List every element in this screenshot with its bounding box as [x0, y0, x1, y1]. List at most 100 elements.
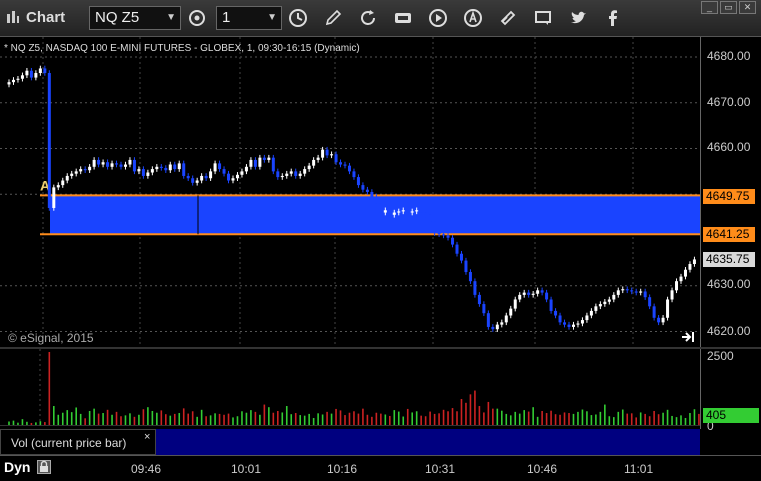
minimize-button[interactable]: _ — [701, 1, 718, 14]
volume-bar — [456, 411, 458, 425]
interval-input[interactable]: 1 ▼ — [216, 6, 282, 30]
candle — [549, 299, 553, 311]
close-icon[interactable]: × — [144, 431, 150, 443]
refresh-icon[interactable] — [358, 8, 378, 28]
get-icon[interactable] — [393, 8, 413, 28]
dynamic-mode-button[interactable]: Dyn — [4, 459, 30, 475]
volume-bar — [129, 413, 131, 425]
volume-bar — [420, 415, 422, 425]
toolbar: Chart NQ Z5 ▼ 1 ▼ _ ▭ ✕ — [0, 0, 761, 37]
candle — [280, 175, 284, 178]
candle — [585, 315, 589, 321]
play-icon[interactable] — [428, 8, 448, 28]
volume-bar — [173, 413, 176, 425]
lock-icon[interactable] — [37, 460, 51, 474]
candle — [500, 322, 504, 325]
candle — [657, 317, 661, 323]
candle — [339, 162, 343, 165]
candle — [598, 304, 602, 307]
candle — [25, 70, 29, 76]
price-chart[interactable]: A — [0, 37, 700, 347]
alert-icon[interactable] — [463, 8, 483, 28]
chart-header: * NQ Z5, NASDAQ 100 E-MINI FUTURES - GLO… — [4, 43, 360, 54]
twitter-icon[interactable] — [568, 8, 588, 28]
symbol-input[interactable]: NQ Z5 ▼ — [89, 6, 181, 30]
volume-bar — [223, 414, 225, 425]
time-axis[interactable]: Dyn 09:46 10:01 10:16 10:31 10:46 11:01 — [0, 455, 761, 481]
candle — [433, 221, 437, 234]
zone-lower-tag: 4641.25 — [703, 227, 755, 242]
candle — [294, 171, 298, 176]
volume-bar — [205, 416, 207, 425]
volume-bar — [312, 417, 315, 425]
volume-bar — [429, 411, 431, 425]
volume-bar — [693, 409, 696, 425]
volume-bar — [57, 414, 60, 425]
volume-bar — [79, 413, 82, 425]
clock-icon[interactable] — [288, 8, 308, 28]
chevron-down-icon[interactable]: ▼ — [267, 7, 277, 29]
restore-button[interactable]: ▭ — [720, 1, 737, 14]
candle — [612, 294, 616, 300]
candle — [249, 159, 253, 167]
candle — [464, 260, 468, 273]
volume-bar — [474, 390, 476, 425]
volume-bar — [375, 412, 378, 425]
candle — [106, 162, 110, 167]
volume-bar — [653, 410, 655, 425]
close-button[interactable]: ✕ — [739, 1, 756, 14]
volume-bar — [227, 413, 230, 425]
candle — [451, 237, 455, 245]
candle — [222, 169, 226, 174]
volume-bar — [527, 411, 530, 425]
volume-bar — [254, 411, 257, 425]
volume-bar — [487, 401, 490, 425]
candle — [518, 294, 522, 300]
volume-bar — [505, 413, 508, 425]
volume-bar — [30, 422, 33, 425]
volume-chart[interactable] — [0, 349, 700, 429]
candle — [442, 234, 446, 236]
pencil-icon[interactable] — [323, 8, 343, 28]
candle — [527, 292, 531, 295]
volume-legend-label[interactable]: Vol (current price bar) — [0, 429, 156, 455]
candle — [262, 157, 266, 160]
candle — [240, 171, 244, 175]
time-label: 10:16 — [327, 462, 358, 476]
volume-bar — [438, 413, 440, 425]
chevron-down-icon[interactable]: ▼ — [166, 7, 176, 29]
candle — [128, 159, 132, 165]
candle — [298, 173, 302, 176]
candle — [11, 79, 15, 83]
candle — [83, 169, 87, 171]
volume-bar — [277, 410, 279, 425]
volume-bar — [160, 410, 163, 425]
candle — [173, 164, 177, 170]
candle — [244, 166, 248, 172]
study-legend: Vol (current price bar) × — [0, 429, 700, 455]
volume-bar — [294, 413, 297, 425]
volume-bar — [232, 417, 234, 425]
candle — [446, 235, 450, 238]
candle — [79, 169, 83, 172]
facebook-icon[interactable] — [603, 8, 623, 28]
volume-last-tag: 405 — [703, 408, 759, 423]
candle — [401, 210, 405, 212]
scroll-to-end-icon[interactable] — [681, 331, 695, 343]
chat-icon[interactable] — [533, 8, 553, 28]
symbol-list-icon[interactable] — [187, 8, 207, 28]
volume-bar — [120, 416, 122, 425]
candle — [540, 290, 544, 293]
volume-bar — [675, 417, 678, 425]
volume-bar — [133, 416, 136, 425]
last-price-tag: 4635.75 — [703, 252, 755, 267]
candle — [97, 159, 101, 165]
time-label: 10:46 — [527, 462, 558, 476]
candle — [289, 171, 293, 174]
candle — [235, 174, 239, 179]
candle — [482, 304, 486, 314]
candle — [410, 211, 414, 213]
volume-bar — [214, 413, 216, 425]
volume-bar — [590, 415, 593, 425]
link-icon[interactable] — [498, 8, 518, 28]
